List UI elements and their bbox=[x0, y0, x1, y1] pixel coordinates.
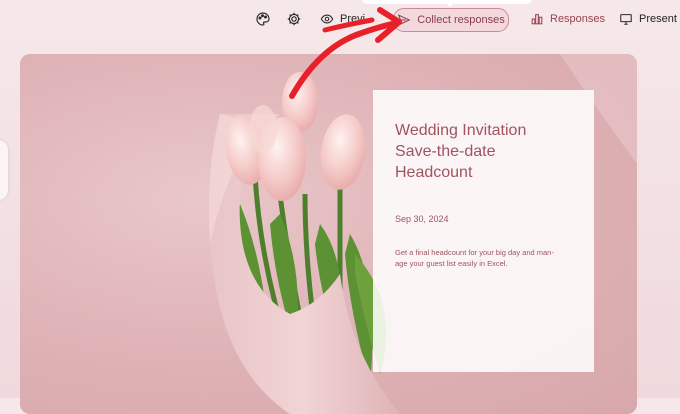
form-date: Sep 30, 2024 bbox=[395, 214, 449, 224]
top-toolbar: Previ Collect responses Responses Presen… bbox=[0, 0, 680, 40]
form-title-line: Headcount bbox=[395, 164, 473, 181]
form-title: Wedding Invitation Save-the-date Headcou… bbox=[395, 120, 585, 183]
preview-button[interactable]: Previ bbox=[320, 8, 368, 30]
tooltip-notch bbox=[443, 0, 457, 7]
collect-responses-button[interactable]: Collect responses bbox=[393, 8, 509, 32]
monitor-icon bbox=[620, 14, 632, 25]
palette-icon[interactable] bbox=[255, 11, 271, 27]
form-description-line: Get a final headcount for your big day a… bbox=[395, 248, 554, 257]
preview-label: Previ bbox=[340, 13, 366, 25]
eye-icon bbox=[320, 14, 334, 24]
form-title-line: Save-the-date bbox=[395, 143, 496, 160]
form-description-line: age your guest list easily in Excel. bbox=[395, 259, 508, 268]
responses-button[interactable]: Responses bbox=[530, 8, 605, 30]
form-title-line: Wedding Invitation bbox=[395, 122, 527, 139]
side-panel-toggle[interactable]: › bbox=[0, 140, 8, 200]
bar-chart-icon bbox=[531, 14, 543, 25]
present-label: Present bbox=[639, 13, 677, 25]
responses-label: Responses bbox=[550, 13, 606, 25]
gear-icon[interactable] bbox=[286, 11, 302, 27]
form-description: Get a final headcount for your big day a… bbox=[395, 247, 585, 269]
send-icon bbox=[398, 14, 411, 26]
present-button[interactable]: Present bbox=[619, 8, 677, 30]
collect-responses-label: Collect responses bbox=[417, 14, 505, 26]
